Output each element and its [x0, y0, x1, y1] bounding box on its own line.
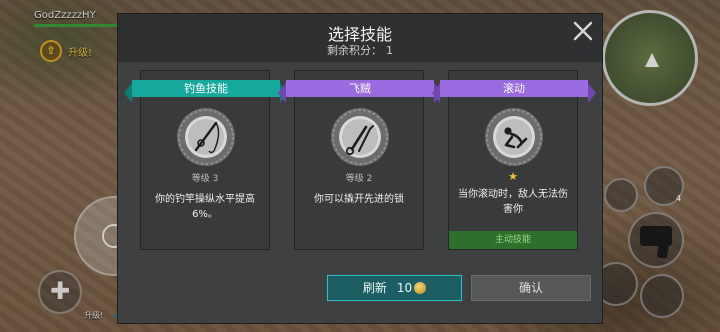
skill-star-rating: ★: [508, 170, 518, 183]
fishing-rod-icon: [176, 107, 236, 167]
active-skill-tag: 主动技能: [449, 231, 577, 249]
skill-description: 你可以撬开先进的锁: [314, 194, 404, 205]
skill-level: 等级 3: [191, 174, 219, 184]
refresh-button[interactable]: 刷新 10: [327, 275, 462, 301]
skill-name-ribbon: 飞贼: [278, 80, 442, 103]
skill-name-ribbon: 钓鱼技能: [124, 80, 288, 103]
refresh-label: 刷新: [362, 281, 387, 295]
skill-card-thief[interactable]: 飞贼 等级 2 你可以撬开先进的锁: [278, 70, 442, 250]
lockpick-icon: [330, 107, 390, 167]
refresh-cost: 10: [396, 281, 413, 295]
skill-description: 当你滚动时，敌人无法伤害你: [458, 189, 568, 215]
close-icon[interactable]: [572, 20, 594, 42]
confirm-button[interactable]: 确认: [471, 275, 591, 301]
coin-icon: [414, 281, 427, 294]
skill-level: 等级 2: [345, 174, 373, 184]
skill-card-fishing[interactable]: 钓鱼技能 等级 3 你的钓竿操纵水平提高6%。: [124, 70, 288, 250]
skill-card-roll[interactable]: 滚动 ★ 当你滚动时，敌人无法伤害你 主动技能: [432, 70, 596, 250]
dialog-header: 选择技能 剩余积分： 1: [118, 14, 602, 62]
skill-name-ribbon: 滚动: [432, 80, 596, 103]
skill-selection-dialog: 选择技能 剩余积分： 1 钓鱼技能 等级 3 你的钓竿操纵水平提高6%。 飞贼 …: [117, 13, 603, 324]
remaining-points-value: 1: [386, 44, 393, 57]
roll-icon: [484, 107, 544, 167]
remaining-points-label: 剩余积分：: [327, 44, 382, 57]
remaining-points: 剩余积分： 1: [118, 42, 602, 58]
skill-description: 你的钓竿操纵水平提高6%。: [155, 194, 255, 220]
